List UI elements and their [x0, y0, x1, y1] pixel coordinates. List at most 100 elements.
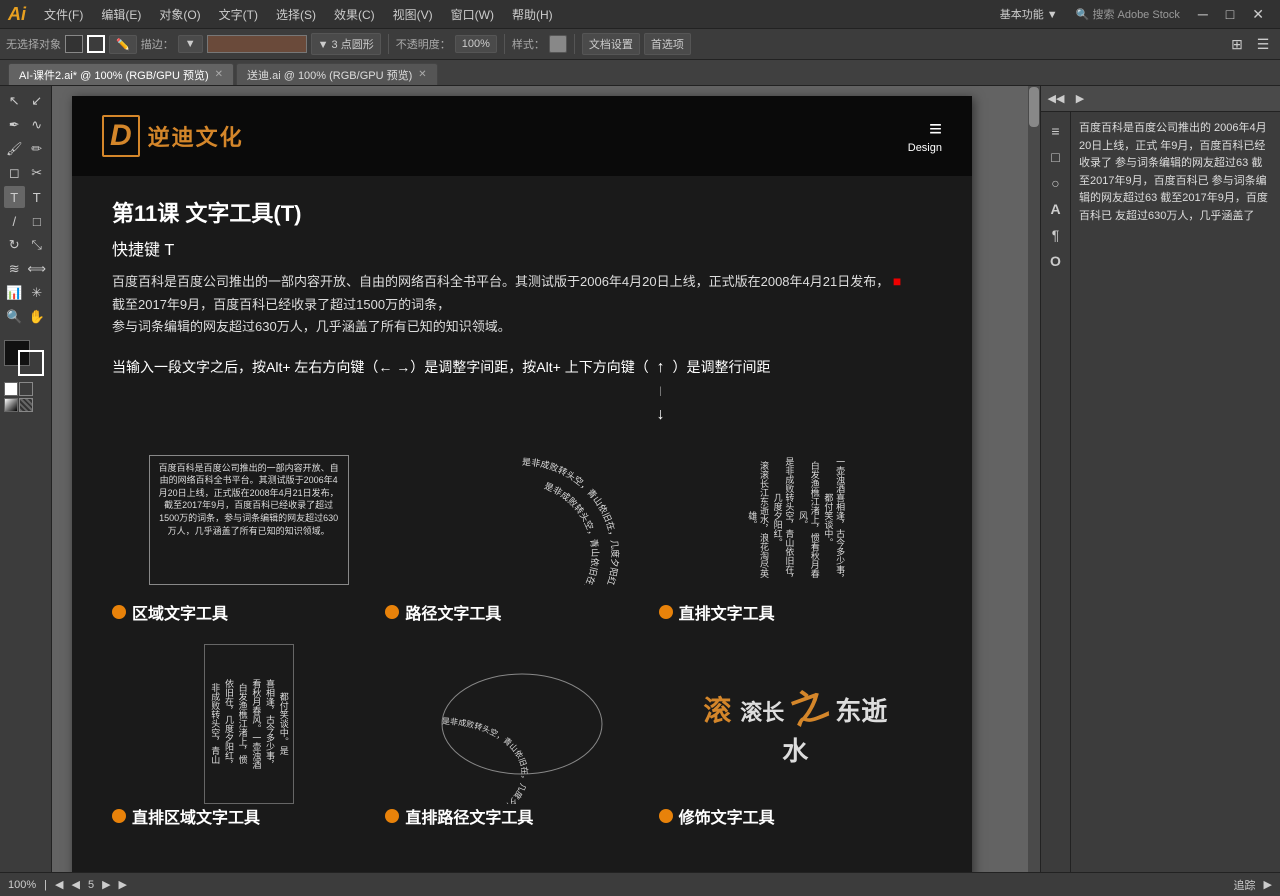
vert-region-demo: 非成败转头空，青山 依旧在，几度夕阳红， 白发渔樵江渚上，惯 看秋月春风。一壶浊…: [112, 654, 385, 828]
scrollbar-right[interactable]: [1028, 86, 1040, 872]
expand-icon[interactable]: ▶: [1069, 88, 1091, 110]
scale-tool[interactable]: ⤡: [27, 234, 48, 256]
prop-rect-icon[interactable]: □: [1045, 146, 1067, 168]
main-layout: ↖ ↙ ✒ ∿ 🖌 ✏ ◻ ✂ T T / □ ↻ ⤡ ≋ ⟺: [0, 86, 1280, 872]
menu-select[interactable]: 选择(S): [268, 4, 324, 25]
hamburger-menu-icon[interactable]: ≡: [908, 118, 942, 140]
select-tool[interactable]: ↖: [4, 90, 25, 112]
right-panels: ◀◀ ▶ ≡ □ ○ A ¶ O 百度百科是百度公司推出的 2006年4月20日…: [1040, 86, 1280, 872]
zoom-tool[interactable]: 🔍: [4, 306, 25, 328]
tool-row-3: 🖌 ✏: [4, 138, 47, 160]
separator-1: [388, 34, 389, 54]
menu-file[interactable]: 文件(F): [36, 4, 91, 25]
nav-prev2[interactable]: ◀: [71, 878, 79, 891]
arrange-icon[interactable]: ⊞: [1226, 33, 1248, 55]
status-play[interactable]: ▶: [1264, 878, 1272, 891]
opacity-value[interactable]: 100%: [455, 35, 497, 53]
collapse-icon[interactable]: ◀◀: [1045, 88, 1067, 110]
body-text-3: 参与词条编辑的网友超过630万人，几乎涵盖了所有已知的知识领域。: [112, 319, 511, 334]
path-text-svg: 是非成败转头空，青山依旧在，几度夕阳红，白发渔樵江渚上，是非成败转头空 是非成败…: [422, 455, 622, 585]
vertical-text-visual: 滚滚长江东逝水，浪花淘尽英雄。 是非成败转头空，青山依旧在，几度夕阳红。 白发渔…: [670, 450, 920, 590]
preferences-btn[interactable]: 首选项: [644, 33, 691, 55]
prop-text-a-icon[interactable]: A: [1045, 198, 1067, 220]
tab-sdi[interactable]: 送迪.ai @ 100% (RGB/GPU 预览) ✕: [236, 63, 438, 85]
text-tool[interactable]: T: [4, 186, 25, 208]
direct-select-tool[interactable]: ↙: [27, 90, 48, 112]
fill-swatch[interactable]: [65, 35, 83, 53]
prop-para-icon[interactable]: ¶: [1045, 224, 1067, 246]
pen-tool[interactable]: ✒: [4, 114, 25, 136]
symbol-tool[interactable]: ✳: [27, 282, 48, 304]
basic-mode[interactable]: 基本功能 ▼: [992, 4, 1066, 24]
search-stock[interactable]: 🔍 搜索 Adobe Stock: [1068, 4, 1188, 24]
vert-col-4: 一壶浊酒喜相逢，古今多少事，都付笑谈中。: [822, 455, 845, 585]
restore-btn[interactable]: □: [1218, 4, 1242, 24]
hand-tool[interactable]: ✋: [27, 306, 48, 328]
close-btn[interactable]: ✕: [1244, 4, 1272, 25]
tab-ai-close[interactable]: ✕: [215, 69, 223, 80]
svg-text:是非成败转头空，青山依旧在，几度夕阳红，白发渔樵江渚上，是非: 是非成败转头空，青山依旧在，几度夕阳红，白发渔樵江渚上，是非成败转头空: [487, 456, 621, 585]
prop-circle-icon[interactable]: ○: [1045, 172, 1067, 194]
none-swatch[interactable]: [19, 382, 33, 396]
stroke-color-bar[interactable]: [207, 35, 307, 53]
layout-icon[interactable]: ☰: [1252, 33, 1274, 55]
tool-row-10: 🔍 ✋: [4, 306, 47, 328]
pattern-swatch[interactable]: [19, 398, 33, 412]
brush-mode[interactable]: ✏️: [109, 35, 137, 54]
white-swatch[interactable]: [4, 382, 18, 396]
status-view: 追踪: [1234, 877, 1256, 893]
menu-help[interactable]: 帮助(H): [504, 4, 561, 25]
logo-d-letter: D: [102, 115, 140, 157]
svg-text:是非成败转头空，青山依旧在，几度夕阳红，白发渔樵江渚: 是非成败转头空，青山依旧在，几度夕阳红，白发渔樵江渚: [483, 480, 601, 584]
tab-sdi-close[interactable]: ✕: [418, 69, 426, 80]
warp-tool[interactable]: ≋: [4, 258, 25, 280]
pencil-tool[interactable]: ✏: [27, 138, 48, 160]
vert-region-box: 非成败转头空，青山 依旧在，几度夕阳红， 白发渔樵江渚上，惯 看秋月春风。一壶浊…: [204, 644, 294, 804]
style-swatch[interactable]: [549, 35, 567, 53]
nav-next2[interactable]: ▶: [119, 878, 127, 891]
text-vert-tool[interactable]: T: [27, 186, 48, 208]
scrollbar-thumb[interactable]: [1029, 87, 1039, 127]
status-bar: 100% | ◀ ◀ 5 ▶ ▶ 追踪 ▶: [0, 872, 1280, 896]
stroke-value[interactable]: ▼: [178, 35, 203, 53]
deco-char-1: 滚: [703, 695, 731, 726]
width-tool[interactable]: ⟺: [27, 258, 48, 280]
doc-settings-btn[interactable]: 文档设置: [582, 33, 640, 55]
shortcut-line: 快捷键 T: [112, 236, 932, 260]
prop-align-icon[interactable]: ≡: [1045, 120, 1067, 142]
gradient-swatch[interactable]: [4, 398, 18, 412]
nav-prev[interactable]: ◀: [55, 878, 63, 891]
tab-ai-coursework[interactable]: AI-课件2.ai* @ 100% (RGB/GPU 预览) ✕: [8, 63, 234, 85]
menu-view[interactable]: 视图(V): [385, 4, 441, 25]
curvature-tool[interactable]: ∿: [27, 114, 48, 136]
region-text-box: 百度百科是百度公司推出的一部内容开放、自由的网络百科全书平台。其测试版于2006…: [149, 455, 349, 585]
menu-window[interactable]: 窗口(W): [443, 4, 502, 25]
shape-tool[interactable]: □: [27, 210, 48, 232]
vert-col-3: 白发渔樵江渚上，惯看秋月春风。: [796, 455, 819, 585]
line-tool[interactable]: /: [4, 210, 25, 232]
separator-3: [574, 34, 575, 54]
scissors-tool[interactable]: ✂: [27, 162, 48, 184]
menu-object[interactable]: 对象(O): [151, 4, 208, 25]
separator-2: [504, 34, 505, 54]
brush-tool[interactable]: 🖌: [4, 138, 25, 160]
menu-effect[interactable]: 效果(C): [326, 4, 383, 25]
graph-tool[interactable]: 📊: [4, 282, 25, 304]
color-swatch-area: [4, 340, 48, 380]
points-dropdown[interactable]: ▼ 3 点圆形: [311, 33, 381, 55]
tool-row-2: ✒ ∿: [4, 114, 47, 136]
menu-text[interactable]: 文字(T): [211, 4, 266, 25]
deco-char-2: 之: [783, 674, 835, 735]
stroke-swatch[interactable]: [87, 35, 105, 53]
vert-col-2: 是非成败转头空，青山依旧在，几度夕阳红。: [771, 455, 794, 585]
minimize-btn[interactable]: ─: [1190, 4, 1216, 24]
nav-next[interactable]: ▶: [102, 878, 110, 891]
rotate-tool[interactable]: ↻: [4, 234, 25, 256]
right-panel-text: 百度百科是百度公司推出的 2006年4月20日上线，正式 年9月，百度百科已经收…: [1079, 120, 1272, 226]
cursor-indicator: ■: [893, 273, 901, 289]
stroke-color-box[interactable]: [18, 350, 44, 376]
prop-text-o-icon[interactable]: O: [1045, 250, 1067, 272]
menu-edit[interactable]: 编辑(E): [93, 4, 149, 25]
eraser-tool[interactable]: ◻: [4, 162, 25, 184]
deco-char-space: 滚长: [740, 700, 790, 725]
